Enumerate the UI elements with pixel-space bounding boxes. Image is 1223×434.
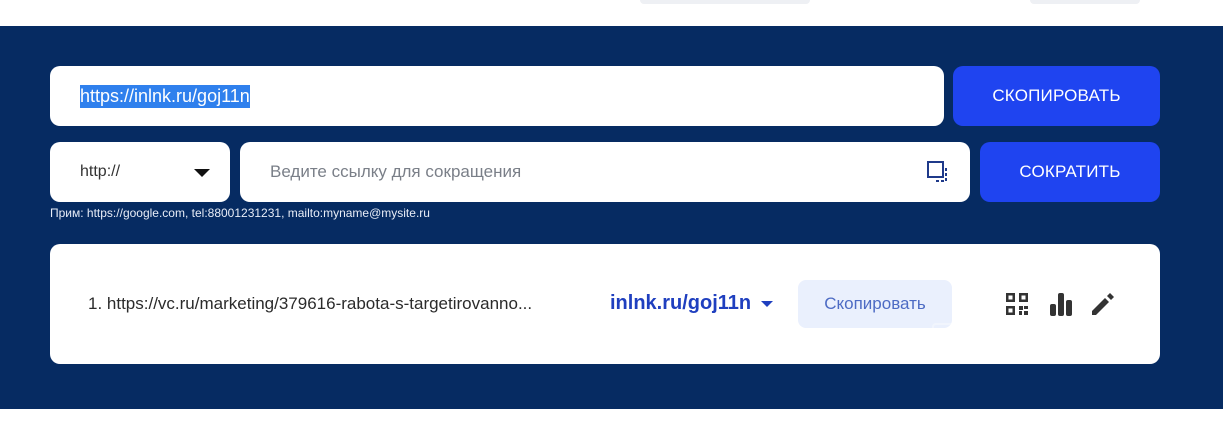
page-top-strip bbox=[0, 0, 1223, 26]
header-shadow bbox=[640, 0, 810, 4]
protocol-select[interactable]: http:// bbox=[50, 142, 230, 202]
short-url-result-field[interactable]: https://inlnk.ru/goj11n bbox=[50, 66, 944, 126]
input-hint: Прим: https://google.com, tel:8800123123… bbox=[50, 206, 430, 220]
watermark-text: ПАРТНЕРКИН bbox=[986, 328, 1144, 353]
url-input-wrapper bbox=[240, 142, 970, 202]
original-url[interactable]: 1. https://vc.ru/marketing/379616-rabota… bbox=[88, 294, 532, 314]
copy-link-button[interactable]: Скопировать bbox=[798, 280, 952, 328]
url-input[interactable] bbox=[240, 142, 970, 202]
shorten-button[interactable]: СОКРАТИТЬ bbox=[980, 142, 1160, 202]
short-url-result-text[interactable]: https://inlnk.ru/goj11n bbox=[80, 84, 250, 108]
header-shadow bbox=[1030, 0, 1140, 4]
short-link-dropdown[interactable]: inlnk.ru/goj11n bbox=[610, 292, 774, 315]
paste-icon[interactable] bbox=[926, 160, 950, 184]
watermark: ПАРТНЕРКИН bbox=[932, 306, 1172, 376]
copy-result-button[interactable]: СКОПИРОВАТЬ bbox=[953, 66, 1160, 126]
protocol-value: http:// bbox=[80, 163, 121, 180]
chevron-down-icon bbox=[761, 300, 774, 307]
chevron-down-icon bbox=[194, 169, 210, 177]
short-link-text: inlnk.ru/goj11n bbox=[610, 292, 752, 314]
watermark-logo-icon bbox=[932, 323, 972, 359]
